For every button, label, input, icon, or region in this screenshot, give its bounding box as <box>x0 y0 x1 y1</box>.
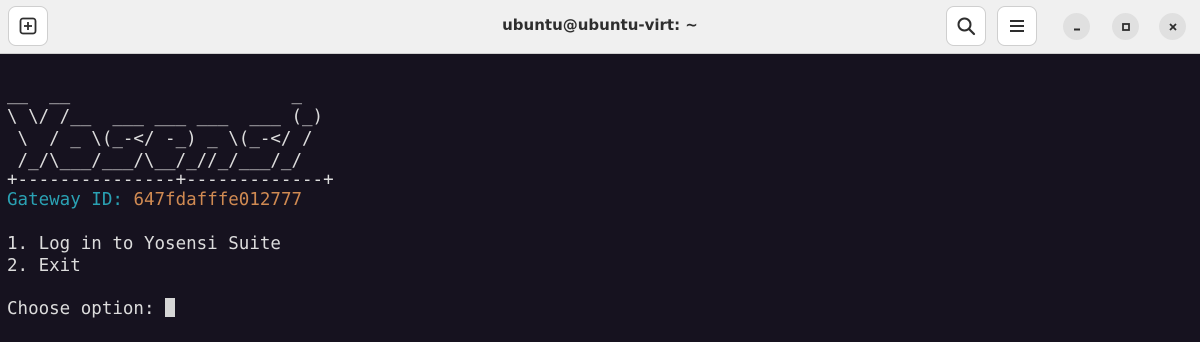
hamburger-menu-icon <box>1010 20 1024 32</box>
minimize-icon <box>1073 28 1080 30</box>
title-bar: ubuntu@ubuntu-virt: ~ <box>0 0 1200 54</box>
maximize-icon <box>1121 22 1130 31</box>
gateway-id-value: 647fdafffe012777 <box>133 190 303 210</box>
menu-option-exit: 2. Exit <box>7 256 81 276</box>
ascii-banner-line: \ \/ /__ ___ ___ ___ ___ (_) <box>7 107 324 127</box>
close-icon <box>1168 22 1177 31</box>
terminal-window: ubuntu@ubuntu-virt: ~ __ __ _ \ \/ /__ _… <box>0 0 1200 342</box>
prompt-line[interactable]: Choose option: <box>7 298 176 320</box>
menu-option-login: 1. Log in to Yosensi Suite <box>7 234 281 254</box>
minimize-button[interactable] <box>1063 13 1090 40</box>
gateway-label: Gateway ID: <box>7 190 134 210</box>
prompt-text: Choose option: <box>7 299 166 319</box>
search-button[interactable] <box>946 6 986 46</box>
table-separator: +---------------+-------------+ <box>7 170 334 190</box>
text-cursor <box>165 298 176 317</box>
gateway-line: Gateway ID: 647fdafffe012777 <box>7 189 302 211</box>
ascii-banner-line: \ / _ \(_-</ -_) _ \(_-</ / <box>7 129 313 149</box>
close-button[interactable] <box>1159 13 1186 40</box>
new-tab-button[interactable] <box>8 6 48 46</box>
ascii-banner-line: __ __ _ <box>7 85 303 105</box>
window-title: ubuntu@ubuntu-virt: ~ <box>502 16 698 34</box>
terminal-output[interactable]: __ __ _ \ \/ /__ ___ ___ ___ ___ (_) \ /… <box>0 54 1200 342</box>
maximize-button[interactable] <box>1112 13 1139 40</box>
search-icon <box>957 17 976 36</box>
menu-button[interactable] <box>997 6 1037 46</box>
new-tab-icon <box>19 17 37 35</box>
